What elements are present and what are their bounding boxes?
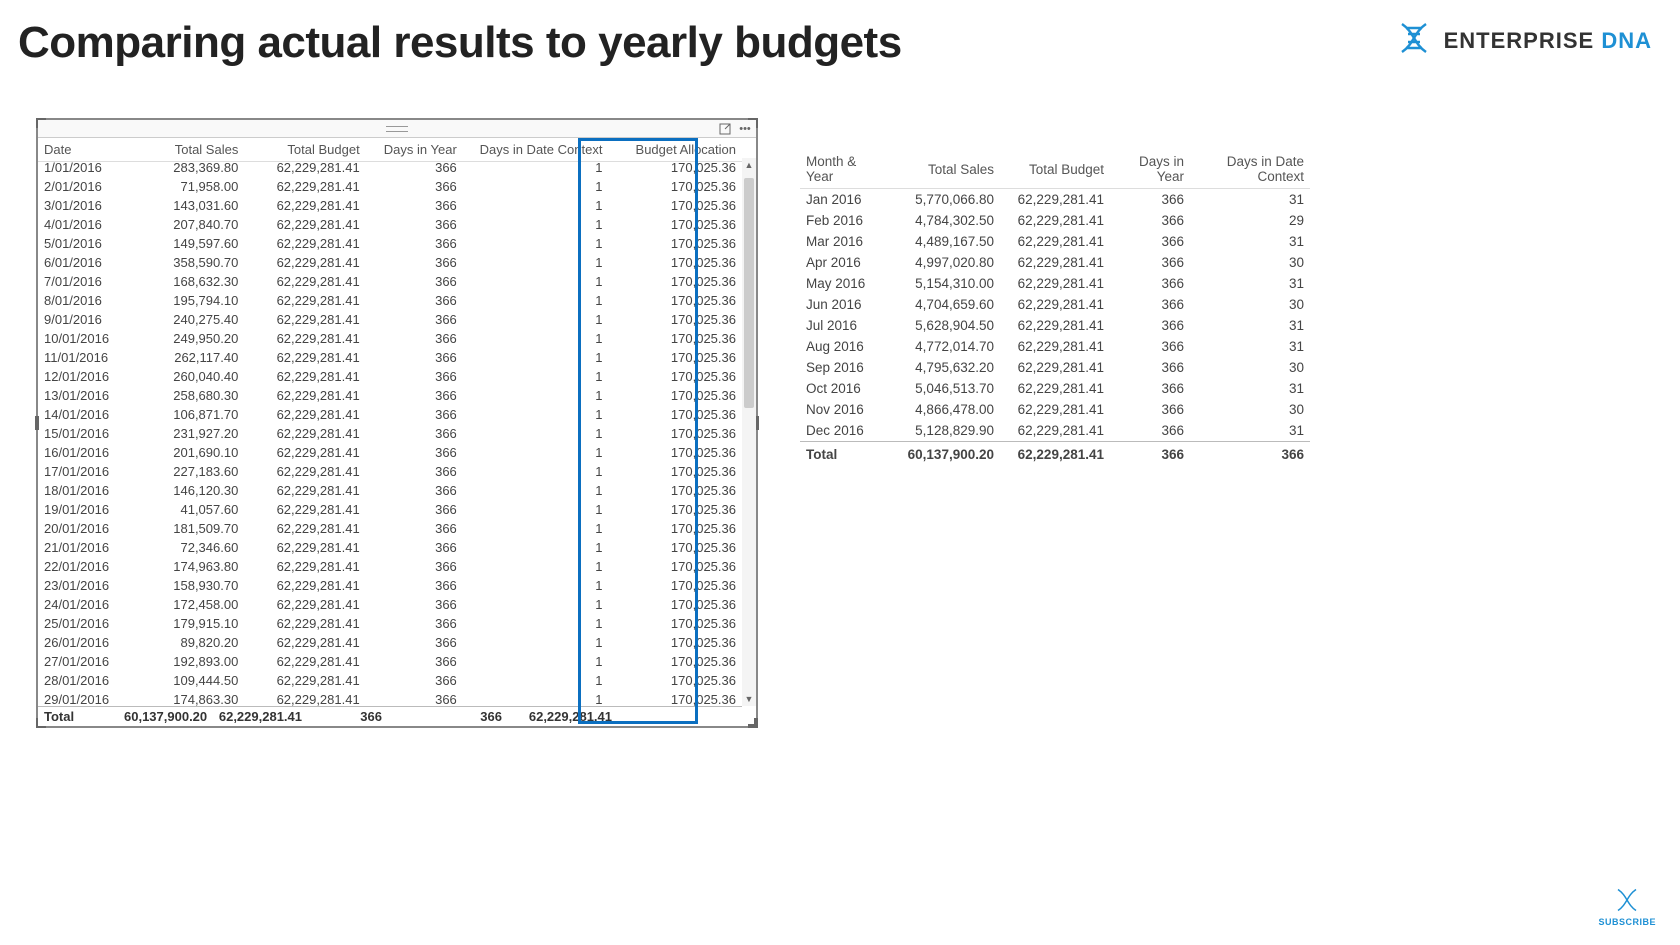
table-row[interactable]: 3/01/2016143,031.6062,229,281.413661170,…: [38, 196, 742, 215]
table-row[interactable]: 29/01/2016174,863.3062,229,281.413661170…: [38, 690, 742, 706]
page-title: Comparing actual results to yearly budge…: [18, 18, 902, 68]
focus-mode-icon[interactable]: [718, 122, 732, 136]
scroll-down-icon[interactable]: ▼: [742, 692, 756, 706]
visual-header[interactable]: •••: [38, 120, 756, 138]
more-options-icon[interactable]: •••: [738, 122, 752, 136]
table-row[interactable]: May 20165,154,310.0062,229,281.4136631: [800, 273, 1310, 294]
table-row[interactable]: 6/01/2016358,590.7062,229,281.413661170,…: [38, 253, 742, 272]
vertical-scrollbar[interactable]: ▲ ▼: [742, 158, 756, 706]
col-header-month[interactable]: Month & Year: [800, 150, 890, 189]
table-row[interactable]: Dec 20165,128,829.9062,229,281.4136631: [800, 420, 1310, 442]
table-row[interactable]: 11/01/2016262,117.4062,229,281.413661170…: [38, 348, 742, 367]
table-row[interactable]: Nov 20164,866,478.0062,229,281.4136630: [800, 399, 1310, 420]
table-row[interactable]: 4/01/2016207,840.7062,229,281.413661170,…: [38, 215, 742, 234]
daily-totals-row: Total 60,137,900.20 62,229,281.41 366 36…: [38, 706, 742, 726]
table-row[interactable]: 13/01/2016258,680.3062,229,281.413661170…: [38, 386, 742, 405]
table-row[interactable]: 7/01/2016168,632.3062,229,281.413661170,…: [38, 272, 742, 291]
brand-logo: ENTERPRISE DNA: [1394, 18, 1652, 63]
monthly-table-visual[interactable]: Month & Year Total Sales Total Budget Da…: [800, 150, 1310, 465]
table-row[interactable]: Jul 20165,628,904.5062,229,281.4136631: [800, 315, 1310, 336]
table-row[interactable]: 28/01/2016109,444.5062,229,281.413661170…: [38, 671, 742, 690]
table-row[interactable]: 9/01/2016240,275.4062,229,281.413661170,…: [38, 310, 742, 329]
scroll-thumb[interactable]: [744, 178, 754, 408]
table-row[interactable]: Mar 20164,489,167.5062,229,281.4136631: [800, 231, 1310, 252]
total-alloc: 62,229,281.41: [508, 709, 618, 724]
table-row[interactable]: 16/01/2016201,690.1062,229,281.413661170…: [38, 443, 742, 462]
table-row[interactable]: 12/01/2016260,040.4062,229,281.413661170…: [38, 367, 742, 386]
table-row[interactable]: 10/01/2016249,950.2062,229,281.413661170…: [38, 329, 742, 348]
subscribe-label: SUBSCRIBE: [1598, 917, 1656, 927]
table-row[interactable]: 19/01/201641,057.6062,229,281.413661170,…: [38, 500, 742, 519]
table-row[interactable]: Apr 20164,997,020.8062,229,281.4136630: [800, 252, 1310, 273]
monthly-totals-row: Total60,137,900.2062,229,281.41366366: [800, 442, 1310, 466]
table-row[interactable]: 21/01/201672,346.6062,229,281.413661170,…: [38, 538, 742, 557]
table-row[interactable]: 25/01/2016179,915.1062,229,281.413661170…: [38, 614, 742, 633]
table-row[interactable]: 2/01/201671,958.0062,229,281.413661170,0…: [38, 177, 742, 196]
table-row[interactable]: 22/01/2016174,963.8062,229,281.413661170…: [38, 557, 742, 576]
table-row[interactable]: Feb 20164,784,302.5062,229,281.4136629: [800, 210, 1310, 231]
table-row[interactable]: Sep 20164,795,632.2062,229,281.4136630: [800, 357, 1310, 378]
subscribe-badge[interactable]: SUBSCRIBE: [1598, 885, 1656, 927]
col-header-context-m[interactable]: Days in Date Context: [1190, 150, 1310, 189]
col-header-sales-m[interactable]: Total Sales: [890, 150, 1000, 189]
daily-table-visual[interactable]: ••• Date Total Sales Total Budget Days i…: [36, 118, 758, 728]
total-budget: 62,229,281.41: [208, 709, 308, 724]
table-row[interactable]: Jun 20164,704,659.6062,229,281.4136630: [800, 294, 1310, 315]
total-ctx: 366: [388, 709, 508, 724]
table-row[interactable]: 8/01/2016195,794.1062,229,281.413661170,…: [38, 291, 742, 310]
drag-grip-icon[interactable]: [386, 126, 408, 132]
monthly-header-row: Month & Year Total Sales Total Budget Da…: [800, 150, 1310, 189]
col-header-days-m[interactable]: Days in Year: [1110, 150, 1190, 189]
table-row[interactable]: 1/01/2016283,369.8062,229,281.413661170,…: [38, 158, 742, 177]
dna-icon: [1394, 18, 1434, 63]
resize-handle-br[interactable]: [748, 718, 758, 728]
table-row[interactable]: 14/01/2016106,871.7062,229,281.413661170…: [38, 405, 742, 424]
table-row[interactable]: 17/01/2016227,183.6062,229,281.413661170…: [38, 462, 742, 481]
brand-text: ENTERPRISE DNA: [1444, 28, 1652, 54]
table-row[interactable]: Jan 20165,770,066.8062,229,281.4136631: [800, 189, 1310, 211]
scroll-up-icon[interactable]: ▲: [742, 158, 756, 172]
table-row[interactable]: 26/01/201689,820.2062,229,281.413661170,…: [38, 633, 742, 652]
table-row[interactable]: 15/01/2016231,927.2062,229,281.413661170…: [38, 424, 742, 443]
table-row[interactable]: 23/01/2016158,930.7062,229,281.413661170…: [38, 576, 742, 595]
table-row[interactable]: 27/01/2016192,893.0062,229,281.413661170…: [38, 652, 742, 671]
total-diy: 366: [308, 709, 388, 724]
table-row[interactable]: 24/01/2016172,458.0062,229,281.413661170…: [38, 595, 742, 614]
table-row[interactable]: Oct 20165,046,513.7062,229,281.4136631: [800, 378, 1310, 399]
table-row[interactable]: 20/01/2016181,509.7062,229,281.413661170…: [38, 519, 742, 538]
table-row[interactable]: Aug 20164,772,014.7062,229,281.4136631: [800, 336, 1310, 357]
col-header-budget-m[interactable]: Total Budget: [1000, 150, 1110, 189]
table-row[interactable]: 5/01/2016149,597.6062,229,281.413661170,…: [38, 234, 742, 253]
total-sales: 60,137,900.20: [118, 709, 208, 724]
table-row[interactable]: 18/01/2016146,120.3062,229,281.413661170…: [38, 481, 742, 500]
total-label: Total: [38, 709, 118, 724]
